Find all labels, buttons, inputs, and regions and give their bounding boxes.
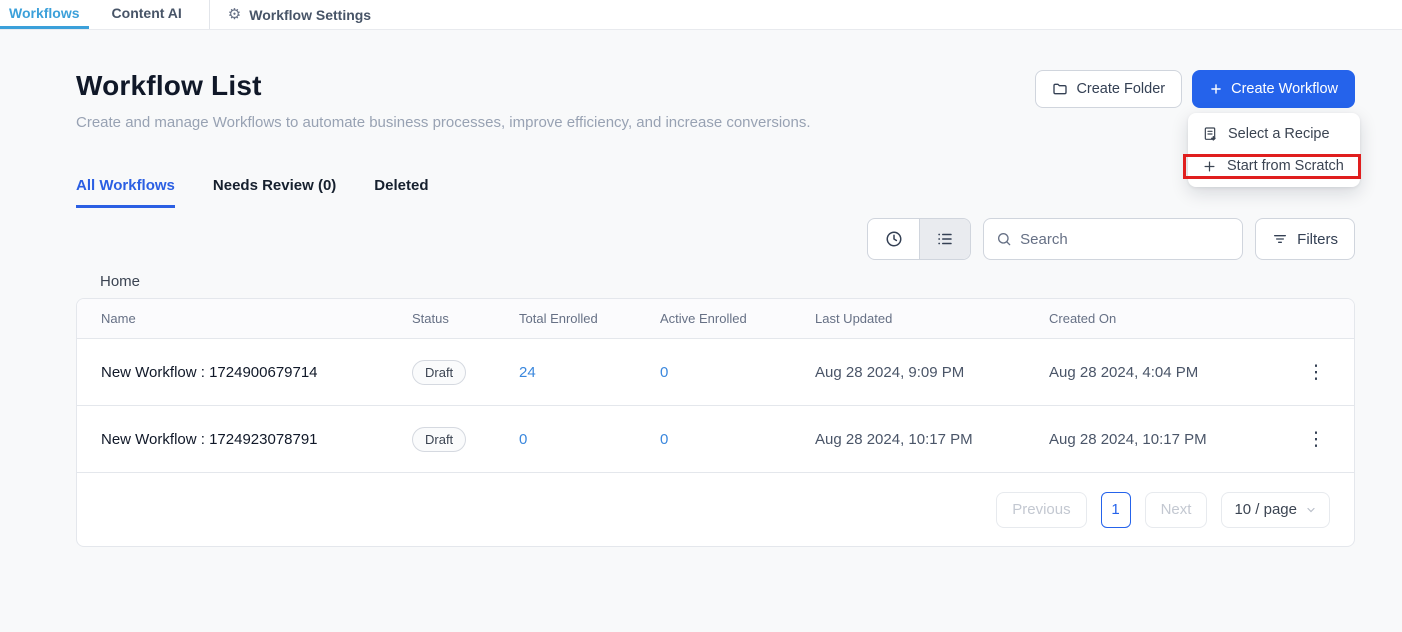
pagination: Previous 1 Next 10 / page — [77, 473, 1354, 546]
tab-label: Deleted — [374, 177, 428, 194]
create-folder-label: Create Folder — [1076, 81, 1165, 97]
tab-deleted[interactable]: Deleted — [374, 177, 428, 208]
page-header-text: Workflow List Create and manage Workflow… — [76, 70, 811, 135]
filter-lines-icon — [1272, 231, 1288, 247]
list-toolbar: Filters — [76, 218, 1355, 260]
filters-label: Filters — [1297, 231, 1338, 248]
topnav-divider — [209, 0, 210, 29]
last-updated-value: Aug 28 2024, 9:09 PM — [815, 364, 1049, 381]
list-view-button[interactable] — [919, 219, 970, 259]
topnav-tab-label: Content AI — [112, 5, 182, 21]
create-workflow-label: Create Workflow — [1231, 81, 1338, 97]
folder-icon — [1052, 81, 1068, 97]
gear-icon: ⚙ — [228, 7, 241, 22]
total-enrolled-link[interactable]: 0 — [519, 431, 660, 448]
topnav-tab-content-ai[interactable]: Content AI — [103, 0, 191, 29]
workflow-name[interactable]: New Workflow : 1724923078791 — [77, 431, 412, 448]
tab-label: All Workflows — [76, 177, 175, 194]
menu-item-select-a-recipe[interactable]: Select a Recipe — [1188, 118, 1360, 150]
page-number-button[interactable]: 1 — [1101, 492, 1131, 528]
menu-item-label: Start from Scratch — [1227, 158, 1344, 174]
recipe-icon — [1202, 126, 1218, 142]
search-box — [983, 218, 1243, 260]
page-size-select[interactable]: 10 / page — [1221, 492, 1330, 528]
active-enrolled-link[interactable]: 0 — [660, 431, 815, 448]
plus-icon — [1202, 159, 1217, 174]
search-input[interactable] — [1020, 231, 1230, 248]
create-folder-button[interactable]: Create Folder — [1035, 70, 1182, 108]
history-view-button[interactable] — [868, 219, 919, 259]
tab-all-workflows[interactable]: All Workflows — [76, 177, 175, 208]
create-workflow-button[interactable]: Create Workflow — [1192, 70, 1355, 108]
search-icon — [996, 231, 1012, 247]
table-row[interactable]: New Workflow : 1724923078791 Draft 0 0 A… — [77, 406, 1354, 473]
topnav-tab-label: Workflows — [9, 5, 80, 21]
create-workflow-dropdown: Select a Recipe Start from Scratch — [1188, 113, 1360, 187]
topnav-tab-workflows[interactable]: Workflows — [0, 0, 89, 29]
list-icon — [936, 230, 954, 248]
topnav-workflow-settings[interactable]: ⚙ Workflow Settings — [228, 0, 371, 29]
tab-needs-review[interactable]: Needs Review (0) — [213, 177, 336, 208]
workflow-name[interactable]: New Workflow : 1724900679714 — [77, 364, 412, 381]
column-header-created-on: Created On — [1049, 311, 1304, 326]
filters-button[interactable]: Filters — [1255, 218, 1355, 260]
status-cell: Draft — [412, 360, 519, 385]
status-badge: Draft — [412, 360, 466, 385]
table-row[interactable]: New Workflow : 1724900679714 Draft 24 0 … — [77, 339, 1354, 406]
main-content: Workflow List Create and manage Workflow… — [0, 30, 1402, 547]
workflow-list-page: Workflows Content AI ⚙ Workflow Settings… — [0, 0, 1402, 632]
row-actions-kebab-icon[interactable]: ⋮ — [1304, 428, 1328, 451]
row-actions-kebab-icon[interactable]: ⋮ — [1304, 361, 1328, 384]
breadcrumb: Home — [76, 273, 1355, 290]
column-header-last-updated: Last Updated — [815, 311, 1049, 326]
chevron-down-icon — [1305, 504, 1317, 516]
last-updated-value: Aug 28 2024, 10:17 PM — [815, 431, 1049, 448]
total-enrolled-link[interactable]: 24 — [519, 364, 660, 381]
active-enrolled-link[interactable]: 0 — [660, 364, 815, 381]
previous-page-button[interactable]: Previous — [996, 492, 1086, 528]
plus-icon — [1209, 82, 1223, 96]
top-navigation-bar: Workflows Content AI ⚙ Workflow Settings — [0, 0, 1402, 30]
menu-item-start-from-scratch[interactable]: Start from Scratch — [1188, 150, 1360, 182]
table-header-row: Name Status Total Enrolled Active Enroll… — [77, 299, 1354, 339]
created-on-value: Aug 28 2024, 10:17 PM — [1049, 431, 1304, 448]
workflow-table: Name Status Total Enrolled Active Enroll… — [76, 298, 1355, 547]
next-page-button[interactable]: Next — [1145, 492, 1208, 528]
page-title: Workflow List — [76, 70, 811, 102]
clock-icon — [885, 230, 903, 248]
column-header-active-enrolled: Active Enrolled — [660, 311, 815, 326]
status-cell: Draft — [412, 427, 519, 452]
created-on-value: Aug 28 2024, 4:04 PM — [1049, 364, 1304, 381]
menu-item-label: Select a Recipe — [1228, 126, 1330, 142]
view-toggle — [867, 218, 971, 260]
column-header-total-enrolled: Total Enrolled — [519, 311, 660, 326]
status-badge: Draft — [412, 427, 466, 452]
workflow-tabs: All Workflows Needs Review (0) Deleted — [76, 177, 1355, 208]
page-header: Workflow List Create and manage Workflow… — [76, 70, 1355, 135]
workflow-settings-label: Workflow Settings — [249, 7, 371, 23]
tab-label: Needs Review (0) — [213, 177, 336, 194]
page-size-label: 10 / page — [1234, 501, 1297, 518]
header-actions: Create Folder Create Workflow — [1035, 70, 1355, 108]
page-subtitle: Create and manage Workflows to automate … — [76, 111, 811, 135]
column-header-name: Name — [77, 311, 412, 326]
column-header-status: Status — [412, 311, 519, 326]
